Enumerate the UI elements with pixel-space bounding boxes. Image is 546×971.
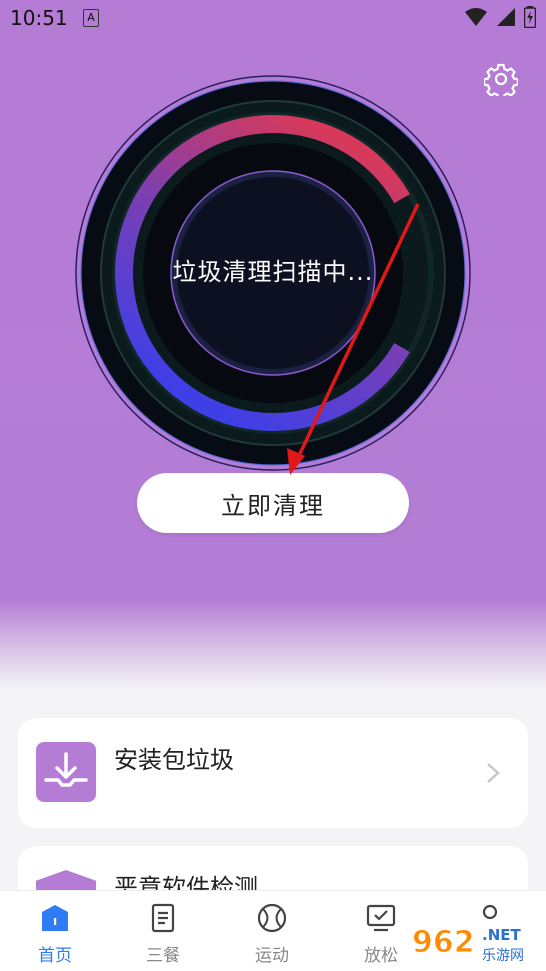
battery-icon xyxy=(524,6,536,28)
clean-now-button[interactable]: 立即清理 xyxy=(137,473,409,533)
watermark-sub: 乐游网 xyxy=(482,948,524,964)
status-time: 10:51 xyxy=(10,6,68,30)
site-watermark: 962 .NET 乐游网 xyxy=(412,925,525,965)
download-tray-icon xyxy=(36,742,96,802)
tab-meals[interactable]: 三餐 xyxy=(118,891,208,971)
tab-label: 三餐 xyxy=(146,946,180,966)
signal-icon xyxy=(497,8,515,26)
tab-label: 运动 xyxy=(255,946,289,966)
package-junk-card[interactable]: 安装包垃圾 xyxy=(18,718,528,828)
notification-a-icon: A xyxy=(83,9,99,27)
scan-status-text: 垃圾清理扫描中... xyxy=(172,258,374,286)
tab-sports[interactable]: 运动 xyxy=(227,891,317,971)
status-icons xyxy=(464,6,536,28)
home-icon xyxy=(42,905,68,931)
ball-icon xyxy=(257,903,287,933)
monitor-check-icon xyxy=(366,904,396,932)
status-bar: 10:51 A xyxy=(0,0,546,38)
tab-home[interactable]: 首页 xyxy=(10,891,100,971)
watermark-suffix: .NET xyxy=(482,926,521,944)
document-icon xyxy=(151,903,175,933)
watermark-number: 962 xyxy=(412,925,475,960)
wifi-icon xyxy=(465,8,487,26)
tab-label: 首页 xyxy=(38,946,72,966)
chevron-right-icon xyxy=(487,763,500,783)
settings-gear-icon[interactable] xyxy=(484,62,518,96)
card-title: 安装包垃圾 xyxy=(114,746,234,774)
